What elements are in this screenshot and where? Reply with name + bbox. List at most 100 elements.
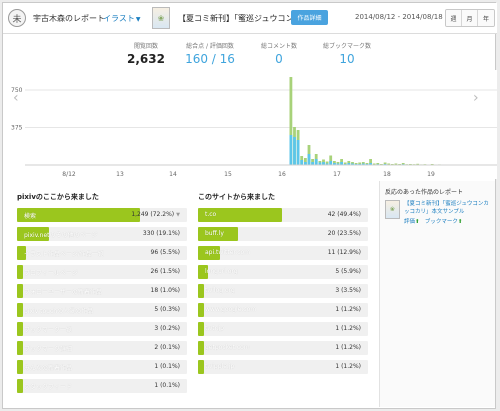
source-count: 1,249 (72.2%) ▼ [131,211,180,218]
source-name: twtr.jp [205,325,224,332]
source-count: 1 (1.2%) [335,363,361,370]
date-range[interactable]: 2014/08/12 - 2014/08/18 [355,13,443,21]
x-tick-label: 19 [427,171,435,178]
source-count: 3 (0.2%) [154,325,180,332]
internal-sources-title: pixivのここから来ました [17,193,99,201]
source-row[interactable]: pixiv.netのその他のページ 330 (19.1%) [17,227,187,241]
x-tick-label: 8/12 [62,171,76,178]
source-bar [198,341,204,355]
eval-label: 評価 [404,219,416,225]
work-title[interactable]: 【夏コミ新刊】「蜜巡ジュウコン… [178,13,301,24]
stat-value: 160 / 16 [185,52,235,66]
chart-bar [296,140,300,165]
source-row[interactable]: イラスト作品ページ/作品一覧 96 (5.5%) [17,246,187,260]
period-year-button[interactable]: 年 [478,10,494,26]
stat-views: 閲覧回数 2,632 [121,41,171,66]
source-row[interactable]: 検索 1,249 (72.2%) ▼ [17,208,187,222]
reaction-meta: 評価⬆ ブックマーク⬆ [404,217,463,225]
source-row[interactable]: getpocket.com 1 (1.2%) [198,341,368,355]
artwork-thumbnail-icon[interactable]: ❀ [152,7,170,29]
chevron-down-icon: ▼ [135,16,141,23]
source-name: getpocket.com [205,344,250,351]
artwork-thumbnail-icon[interactable]: ❀ [385,200,400,219]
x-tick-label: 13 [116,171,124,178]
source-name: pixiv touchの人気の作品 [24,308,94,315]
work-detail-button[interactable]: 作品詳細 [291,10,328,25]
source-count: 20 (23.5%) [327,230,361,237]
source-name: プロフィールページ [24,270,78,277]
source-bar [198,360,204,374]
source-name: twilog.org [205,287,235,294]
source-name: みんなの新着作品 [24,365,73,372]
source-count: 1 (0.1%) [154,363,180,370]
source-row[interactable]: ブックマーク一覧 3 (0.2%) [17,322,187,336]
source-name: www.google.com [205,306,257,313]
source-count: 1 (1.2%) [335,325,361,332]
chevron-down-icon[interactable]: ▼ [176,212,180,218]
report-window: 未 宇古木森のレポート イラスト▼ ❀ 【夏コミ新刊】「蜜巡ジュウコン… 作品詳… [2,2,497,409]
source-count: 42 (49.4%) [327,211,361,218]
source-row[interactable]: www.google.com 1 (1.2%) [198,303,368,317]
up-arrow-icon: ⬆ [415,219,420,225]
source-bar [17,379,23,393]
source-bar [17,284,23,298]
source-name: フォローユーザーの新着作品 [24,289,102,296]
source-row[interactable]: t.co 42 (49.4%) [198,208,368,222]
source-row[interactable]: みんなの新着作品 1 (0.1%) [17,360,187,374]
source-name: longurl.org [205,268,238,275]
source-bar [17,341,23,355]
source-row[interactable]: プロフィールページ 26 (1.5%) [17,265,187,279]
reaction-item[interactable]: ❀ 【夏コミ新刊】「蜜巡ジュウコンカッコカリ」本文サンプル 評価⬆ ブックマーク… [385,200,493,228]
reaction-panel: 反応のあった作品のレポート ❀ 【夏コミ新刊】「蜜巡ジュウコンカッコカリ」本文サ… [379,181,495,407]
chevron-left-icon[interactable]: ‹ [13,90,19,106]
type-select[interactable]: イラスト▼ [103,13,140,24]
source-row[interactable]: pixiv touchの人気の作品 5 (0.3%) [17,303,187,317]
source-row[interactable]: twilog.org 3 (3.5%) [198,284,368,298]
source-name: ブックマーク詳細 [24,346,73,353]
source-row[interactable]: buff.ly 20 (23.5%) [198,227,368,241]
chart-bar [293,137,296,165]
source-bar [198,303,204,317]
source-count: 26 (1.5%) [150,268,180,275]
source-count: 11 (12.9%) [327,249,361,256]
source-name: twipple.jp [205,363,235,370]
report-title: 宇古木森のレポート [33,14,105,23]
source-row[interactable]: フォローユーザーの新着作品 18 (1.0%) [17,284,187,298]
source-row[interactable]: ブックマーク詳細 2 (0.1%) [17,341,187,355]
period-month-button[interactable]: 月 [462,10,478,26]
stat-value: 0 [275,52,283,66]
chart-bar [314,159,318,165]
source-name: pixiv.netのその他のページ [24,232,98,239]
source-count: 5 (5.9%) [335,268,361,275]
stat-comments: 総コメント数 0 [251,41,307,66]
stat-label: 総コメント数 [260,43,297,50]
reaction-work-link[interactable]: 【夏コミ新刊】「蜜巡ジュウコンカッコカリ」本文サンプル [404,200,494,216]
source-count: 18 (1.0%) [150,287,180,294]
source-row[interactable]: longurl.org 5 (5.9%) [198,265,368,279]
external-sources-list: t.co 42 (49.4%) buff.ly 20 (23.5%) api.twitt… [198,208,368,379]
source-count: 1 (1.2%) [335,306,361,313]
user-avatar-icon[interactable]: 未 [8,9,26,27]
source-bar [17,360,23,374]
stats-summary: 閲覧回数 2,632 総合点 / 評価回数 160 / 16 総コメント数 0 … [3,35,497,67]
x-tick-label: 14 [169,171,177,178]
stat-value: 2,632 [127,52,165,66]
source-name: スタックフィード [24,384,72,391]
x-tick-label: 18 [383,171,391,178]
x-tick-label: 16 [278,171,286,178]
source-row[interactable]: twtr.jp 1 (1.2%) [198,322,368,336]
period-week-button[interactable]: 週 [446,10,462,26]
source-row[interactable]: api.twitter.com 11 (12.9%) [198,246,368,260]
source-name: イラスト作品ページ/作品一覧 [24,251,104,258]
source-count: 3 (3.5%) [335,287,361,294]
chevron-right-icon[interactable]: › [473,90,479,106]
stat-value: 10 [339,52,355,66]
source-row[interactable]: スタックフィード 1 (0.1%) [17,379,187,393]
source-bar [17,322,23,336]
source-row[interactable]: twipple.jp 1 (1.2%) [198,360,368,374]
up-arrow-icon: ⬆ [457,219,463,225]
chart-bar [329,161,333,165]
views-chart-svg: 7503758/12 13 14 15 16 17 18 19 [11,77,497,178]
period-toggle: 週 月 年 [445,9,495,27]
x-tick-label: 15 [224,171,232,178]
